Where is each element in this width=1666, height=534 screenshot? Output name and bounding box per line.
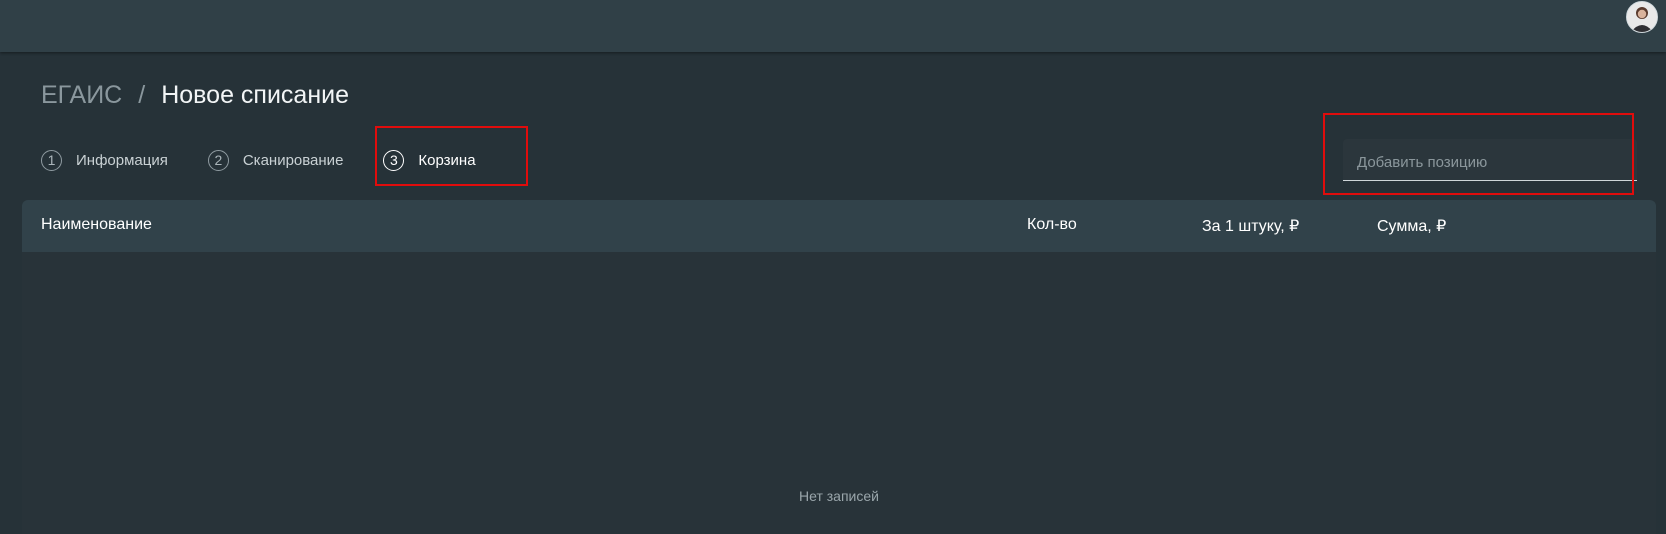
- add-position-field[interactable]: [1343, 139, 1637, 181]
- breadcrumb-root-link[interactable]: ЕГАИС: [41, 81, 122, 110]
- step-scanning[interactable]: 2 Сканирование: [207, 149, 344, 171]
- cart-table: Наименование Кол-во За 1 штуку, ₽ Сумма,…: [22, 200, 1656, 534]
- table-header: Наименование Кол-во За 1 штуку, ₽ Сумма,…: [22, 200, 1656, 252]
- top-app-bar: [0, 0, 1666, 52]
- step-number-icon: 2: [207, 149, 229, 171]
- step-label: Информация: [76, 151, 168, 169]
- step-information[interactable]: 1 Информация: [41, 149, 168, 171]
- add-position-input[interactable]: [1355, 150, 1629, 174]
- step-cart[interactable]: 3 Корзина: [383, 149, 476, 171]
- empty-state-text: Нет записей: [799, 488, 879, 504]
- column-header-name[interactable]: Наименование: [41, 216, 152, 234]
- column-header-quantity[interactable]: Кол-во: [1027, 216, 1077, 234]
- user-avatar[interactable]: [1626, 1, 1658, 33]
- step-label: Сканирование: [242, 151, 344, 169]
- column-header-unit-price[interactable]: За 1 штуку, ₽: [1202, 216, 1299, 236]
- column-header-total[interactable]: Сумма, ₽: [1377, 216, 1446, 236]
- step-number-icon: 1: [41, 149, 62, 171]
- breadcrumb: ЕГАИС / Новое списание: [41, 78, 349, 112]
- avatar-icon: [1627, 2, 1657, 32]
- stepper: 1 Информация 2 Сканирование 3 Корзина: [41, 146, 516, 174]
- step-label: Корзина: [418, 151, 476, 169]
- page-title: Новое списание: [161, 80, 349, 109]
- breadcrumb-separator: /: [138, 80, 146, 109]
- step-number-icon: 3: [383, 149, 405, 171]
